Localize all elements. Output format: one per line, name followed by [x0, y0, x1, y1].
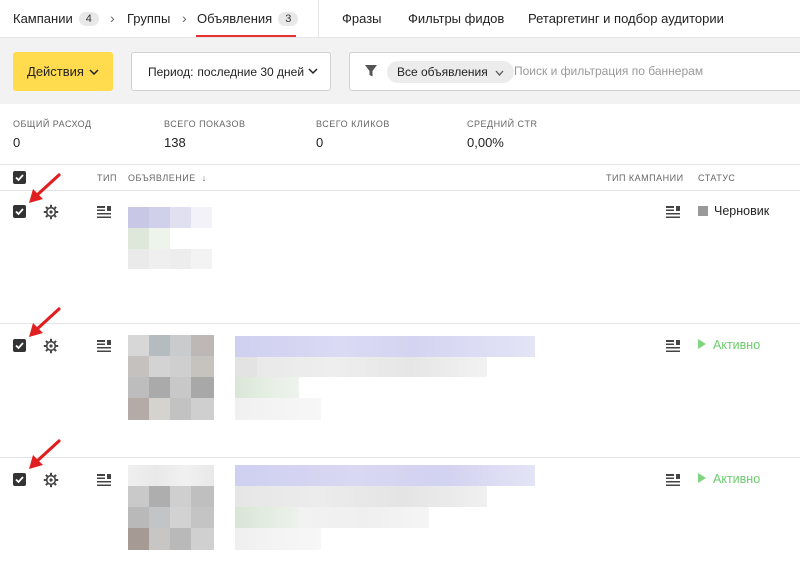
filter-bar: Все объявления Поиск и фильтрация по бан… [349, 52, 800, 91]
stat-label: Общий расход [13, 119, 92, 129]
text-ad-icon [97, 474, 111, 486]
tab-phrases[interactable]: Фразы [342, 11, 382, 26]
stat-label: Всего показов [164, 119, 246, 129]
status-label: Активно [713, 338, 761, 352]
header-status[interactable]: Статус [698, 173, 735, 183]
stat-label: Средний CTR [467, 119, 538, 129]
stat-total-clicks: Всего кликов 0 [316, 119, 390, 150]
checkmark-icon [15, 174, 24, 182]
chevron-down-icon [89, 68, 99, 75]
period-select[interactable]: Период: последние 30 дней [131, 52, 331, 91]
row-checkbox[interactable] [13, 473, 26, 486]
ads-count-badge: 3 [278, 12, 299, 26]
stat-label: Всего кликов [316, 119, 390, 129]
stat-total-impressions: Всего показов 138 [164, 119, 246, 150]
sort-arrow-icon: ↓ [201, 173, 207, 183]
status-badge: Активно [698, 338, 760, 352]
status-label: Активно [713, 472, 761, 486]
stat-value: 138 [164, 135, 186, 150]
stat-value: 0 [316, 135, 324, 150]
top-navigation: Кампании 4 › Группы › Объявления 3 Фразы Ф… [0, 0, 800, 38]
chevron-right-icon: › [110, 10, 115, 26]
chevron-right-icon: › [182, 10, 187, 26]
header-campaign-type[interactable]: Тип кампании [606, 173, 684, 183]
breadcrumb-groups[interactable]: Группы [127, 11, 170, 26]
checkmark-icon [15, 208, 24, 216]
stat-avg-ctr: Средний CTR 0,00% [467, 119, 538, 150]
text-ad-icon [97, 206, 111, 218]
text-ad-icon [97, 340, 111, 352]
active-tab-underline [196, 35, 296, 37]
table-row: Черновик [0, 191, 800, 324]
actions-button[interactable]: Действия [13, 52, 113, 91]
header-ad-label: Объявление [128, 173, 196, 183]
campaign-type-text-icon [666, 474, 680, 486]
header-type[interactable]: Тип [97, 173, 117, 183]
campaign-type-text-icon [666, 206, 680, 218]
table-header: Тип Объявление ↓ Тип кампании Статус [0, 164, 800, 191]
row-checkbox[interactable] [13, 205, 26, 218]
period-value: последние 30 дней [197, 64, 305, 79]
filter-pill-label: Все объявления [397, 65, 488, 79]
table-row: Активно [0, 324, 800, 458]
tab-feed-filters[interactable]: Фильтры фидов [408, 11, 504, 26]
stat-total-spend: Общий расход 0 [13, 119, 92, 150]
actions-button-label: Действия [27, 64, 84, 79]
chevron-down-icon [495, 70, 504, 76]
select-all-checkbox[interactable] [13, 171, 26, 184]
play-icon [698, 473, 706, 483]
status-badge: Активно [698, 472, 760, 486]
header-ad[interactable]: Объявление ↓ [128, 173, 207, 183]
stat-value: 0 [13, 135, 21, 150]
draft-status-icon [698, 206, 708, 216]
nav-divider [318, 0, 319, 38]
status-badge: Черновик [698, 204, 769, 218]
annotation-arrow-icon [29, 173, 61, 203]
filter-icon[interactable] [364, 64, 378, 78]
play-icon [698, 339, 706, 349]
campaigns-count-badge: 4 [78, 12, 99, 26]
breadcrumb-campaigns-label: Кампании [13, 11, 73, 26]
checkmark-icon [15, 342, 24, 350]
breadcrumb-ads[interactable]: Объявления 3 [197, 11, 299, 26]
toolbar: Действия Период: последние 30 дней Все о… [0, 38, 800, 104]
tab-retargeting[interactable]: Ретаргетинг и подбор аудитории [528, 11, 724, 26]
campaign-type-text-icon [666, 340, 680, 352]
stat-value: 0,00% [467, 135, 504, 150]
chevron-down-icon [308, 68, 318, 75]
gear-icon[interactable] [43, 472, 59, 488]
breadcrumb-campaigns[interactable]: Кампании 4 [13, 11, 99, 26]
breadcrumb-ads-label: Объявления [197, 11, 273, 26]
status-label: Черновик [714, 204, 770, 218]
annotation-arrow-icon [29, 439, 61, 469]
search-input[interactable]: Поиск и фильтрация по баннерам [514, 64, 703, 78]
filter-pill[interactable]: Все объявления [387, 61, 515, 83]
row-checkbox[interactable] [13, 339, 26, 352]
table-row: Активно [0, 458, 800, 585]
checkmark-icon [15, 476, 24, 484]
annotation-arrow-icon [29, 307, 61, 337]
period-label: Период: [148, 64, 194, 79]
